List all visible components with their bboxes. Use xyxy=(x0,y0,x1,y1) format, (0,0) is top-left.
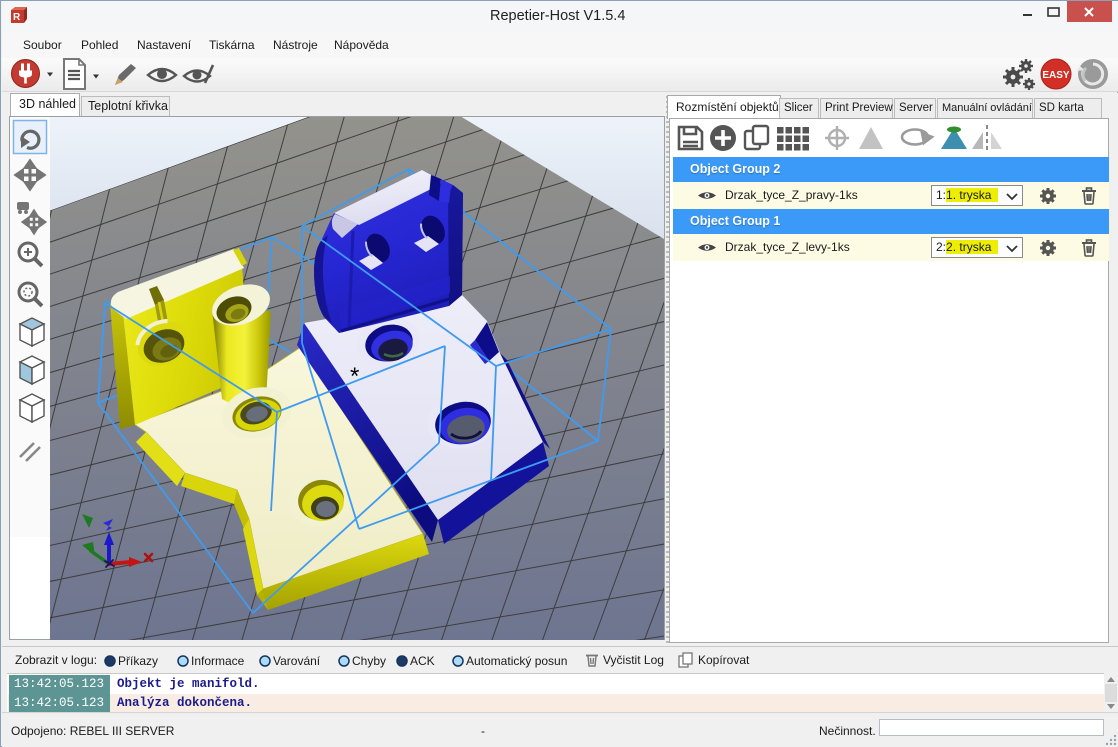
svg-text:*: * xyxy=(350,363,359,390)
svg-text:R: R xyxy=(13,12,21,23)
svg-text:EASY: EASY xyxy=(1042,70,1070,81)
